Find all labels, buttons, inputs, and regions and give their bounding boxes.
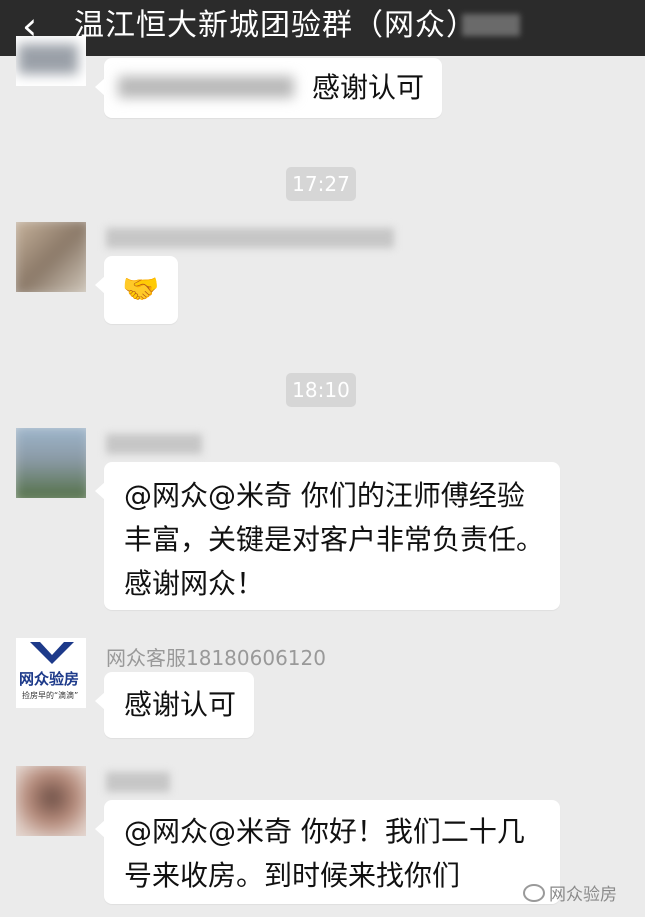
message-text: 感谢认可 <box>124 688 237 721</box>
wechat-icon <box>523 884 545 902</box>
message-bubble[interactable]: 🤝 <box>95 256 178 324</box>
avatar[interactable] <box>16 766 86 836</box>
timestamp: 17:27 <box>286 167 356 201</box>
avatar-logo-partial[interactable] <box>16 36 86 86</box>
message-text: 感谢认可 <box>312 71 425 104</box>
avatar[interactable] <box>16 222 86 292</box>
blurred-sender-name <box>106 772 170 792</box>
blurred-member-count <box>462 14 520 36</box>
message-bubble[interactable]: @网众@米奇 你们的汪师傅经验 丰富，关键是对客户非常负责任。 感谢网众！ <box>95 462 560 610</box>
logo-slogan: 捡房早的“滴滴” <box>22 691 79 700</box>
blurred-sender-name <box>106 434 202 454</box>
avatar-logo[interactable]: 网众验房 捡房早的“滴滴” <box>16 638 86 708</box>
message-bubble[interactable]: 感谢认可 <box>95 58 442 118</box>
avatar[interactable] <box>16 428 86 498</box>
message-bubble[interactable]: 感谢认可 <box>95 672 254 738</box>
logo-name: 网众验房 <box>19 670 80 688</box>
sender-name: 网众客服18180606120 <box>106 646 326 670</box>
timestamp: 18:10 <box>286 373 356 407</box>
blurred-mention <box>118 76 294 98</box>
handshake-icon: 🤝 <box>122 272 160 307</box>
chat-header: ‹ 温江恒大新城团验群（网众） <box>0 0 645 56</box>
group-title: 温江恒大新城团验群（网众） <box>74 8 477 43</box>
blurred-sender-name <box>106 228 394 248</box>
message-text: @网众@米奇 你们的汪师傅经验 丰富，关键是对客户非常负责任。 感谢网众！ <box>124 479 545 600</box>
message-bubble[interactable]: @网众@米奇 你好！我们二十几 号来收房。到时候来找你们 <box>95 800 560 904</box>
watermark: 网众验房 <box>523 880 617 905</box>
message-text: @网众@米奇 你好！我们二十几 号来收房。到时候来找你们 <box>124 815 525 892</box>
